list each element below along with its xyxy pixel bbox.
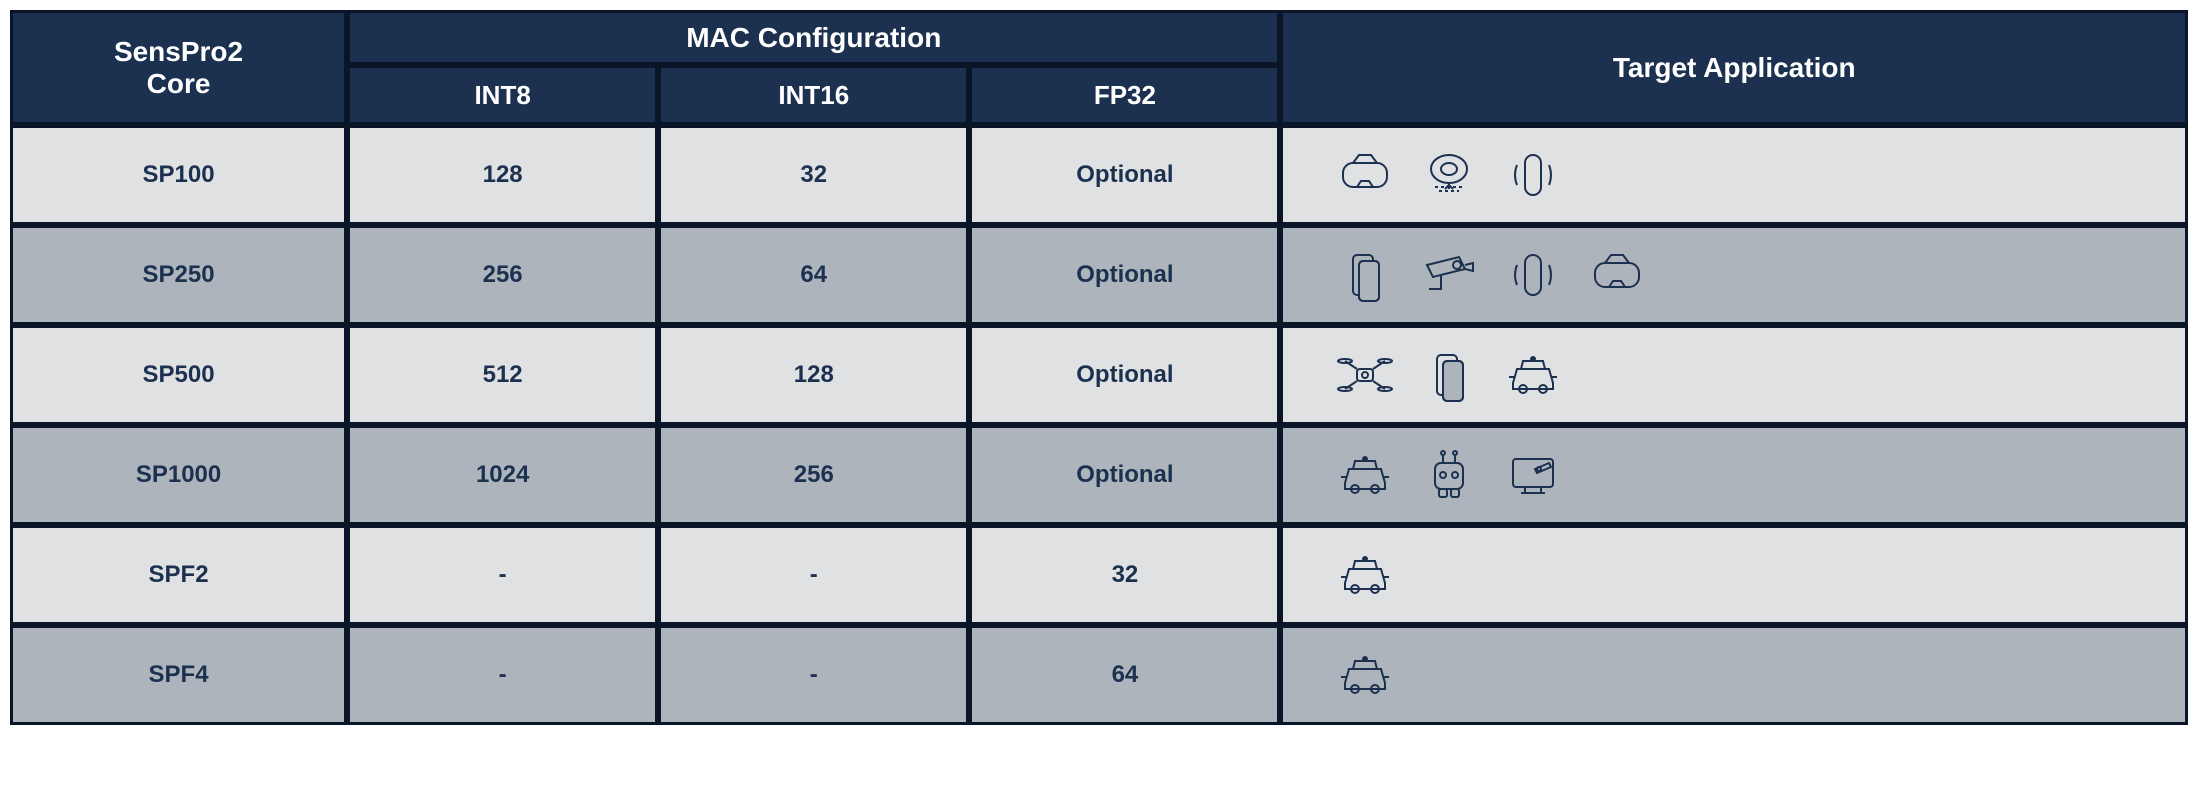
int16-value: - <box>658 525 969 625</box>
senspro2-table: SensPro2 Core MAC Configuration Target A… <box>10 10 2188 725</box>
int16-value: 64 <box>658 225 969 325</box>
smart-speaker-icon <box>1505 147 1561 203</box>
core-name: SP500 <box>10 325 347 425</box>
car-icon <box>1337 547 1393 603</box>
table-row: SP25025664Optional <box>10 225 2188 325</box>
core-name: SPF2 <box>10 525 347 625</box>
target-applications <box>1280 325 2188 425</box>
vr-headset-icon <box>1589 247 1645 303</box>
target-applications <box>1280 425 2188 525</box>
int16-value: - <box>658 625 969 725</box>
core-name: SP1000 <box>10 425 347 525</box>
header-mac: MAC Configuration <box>347 10 1280 65</box>
int8-value: 256 <box>347 225 658 325</box>
fp32-value: Optional <box>969 125 1280 225</box>
table-row: SP10012832Optional <box>10 125 2188 225</box>
target-applications <box>1280 625 2188 725</box>
table-row: SP500512128Optional <box>10 325 2188 425</box>
int8-value: 1024 <box>347 425 658 525</box>
int16-value: 256 <box>658 425 969 525</box>
table-row: SPF2--32 <box>10 525 2188 625</box>
smartphone-icon <box>1337 247 1393 303</box>
table-row: SP10001024256Optional <box>10 425 2188 525</box>
target-applications <box>1280 225 2188 325</box>
int8-value: - <box>347 525 658 625</box>
target-applications <box>1280 125 2188 225</box>
fp32-value: Optional <box>969 225 1280 325</box>
core-name: SPF4 <box>10 625 347 725</box>
core-name: SP100 <box>10 125 347 225</box>
fp32-value: 32 <box>969 525 1280 625</box>
car-icon <box>1337 647 1393 703</box>
fp32-value: Optional <box>969 325 1280 425</box>
robot-vacuum-icon <box>1421 147 1477 203</box>
vr-headset-icon <box>1337 147 1393 203</box>
smart-tv-icon <box>1505 447 1561 503</box>
car-icon <box>1337 447 1393 503</box>
header-int8: INT8 <box>347 65 658 125</box>
table-row: SPF4--64 <box>10 625 2188 725</box>
int8-value: 512 <box>347 325 658 425</box>
security-camera-icon <box>1421 247 1477 303</box>
target-applications <box>1280 525 2188 625</box>
int16-value: 32 <box>658 125 969 225</box>
header-target: Target Application <box>1280 10 2188 125</box>
fp32-value: 64 <box>969 625 1280 725</box>
core-name: SP250 <box>10 225 347 325</box>
header-int16: INT16 <box>658 65 969 125</box>
smartphone-icon <box>1421 347 1477 403</box>
header-core: SensPro2 Core <box>10 10 347 125</box>
fp32-value: Optional <box>969 425 1280 525</box>
int8-value: - <box>347 625 658 725</box>
header-fp32: FP32 <box>969 65 1280 125</box>
int8-value: 128 <box>347 125 658 225</box>
smart-speaker-icon <box>1505 247 1561 303</box>
car-icon <box>1505 347 1561 403</box>
robot-icon <box>1421 447 1477 503</box>
drone-icon <box>1337 347 1393 403</box>
int16-value: 128 <box>658 325 969 425</box>
